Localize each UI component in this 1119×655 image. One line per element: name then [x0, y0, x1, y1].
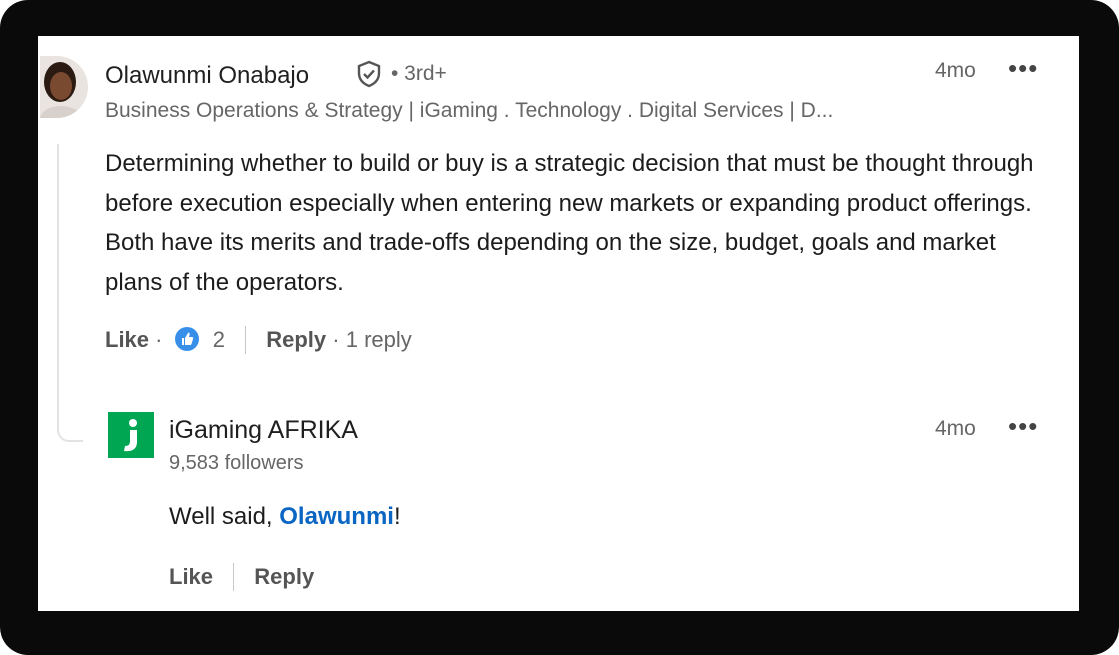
reply-more-options-icon[interactable]: ••• — [1008, 413, 1038, 439]
shield-check-icon — [354, 59, 384, 89]
reply-actions: Like Reply — [169, 563, 314, 591]
reply-button[interactable]: Reply — [266, 327, 326, 352]
separator-dot: · — [155, 327, 163, 352]
reply-author-name[interactable]: iGaming AFRIKA — [169, 416, 358, 445]
author-name[interactable]: Olawunmi Onabajo — [105, 62, 309, 90]
mention-link[interactable]: Olawunmi — [279, 503, 394, 530]
more-options-icon[interactable]: ••• — [1008, 55, 1038, 81]
like-button[interactable]: Like — [105, 327, 149, 352]
connection-degree: • 3rd+ — [391, 62, 447, 85]
reply-text-suffix: ! — [393, 503, 401, 530]
comment-body: Determining whether to build or buy is a… — [105, 150, 1034, 296]
reply-count-link[interactable]: 1 reply — [346, 327, 412, 352]
thumbs-up-icon[interactable] — [174, 327, 199, 351]
reaction-count[interactable]: 2 — [213, 327, 225, 352]
reply-timestamp: 4mo — [935, 417, 976, 440]
reply-like-button[interactable]: Like — [169, 564, 213, 589]
divider — [245, 326, 247, 354]
author-avatar[interactable] — [40, 56, 88, 118]
company-logo[interactable] — [108, 412, 154, 458]
divider — [233, 563, 235, 591]
thread-connector — [57, 144, 83, 442]
follower-count: 9,583 followers — [169, 452, 304, 474]
reply-body: Well said, Olawunmi! — [169, 503, 401, 531]
comment-timestamp: 4mo — [935, 59, 976, 82]
author-headline: Business Operations & Strategy | iGaming… — [105, 99, 834, 122]
separator-dot: · — [332, 327, 340, 352]
comment-card: Olawunmi Onabajo • 3rd+ Business Operati… — [38, 36, 1079, 611]
comment-actions: Like · 2 Reply · 1 reply — [105, 326, 412, 354]
reply-reply-button[interactable]: Reply — [254, 564, 314, 589]
reply-text-prefix: Well said, — [169, 503, 280, 530]
